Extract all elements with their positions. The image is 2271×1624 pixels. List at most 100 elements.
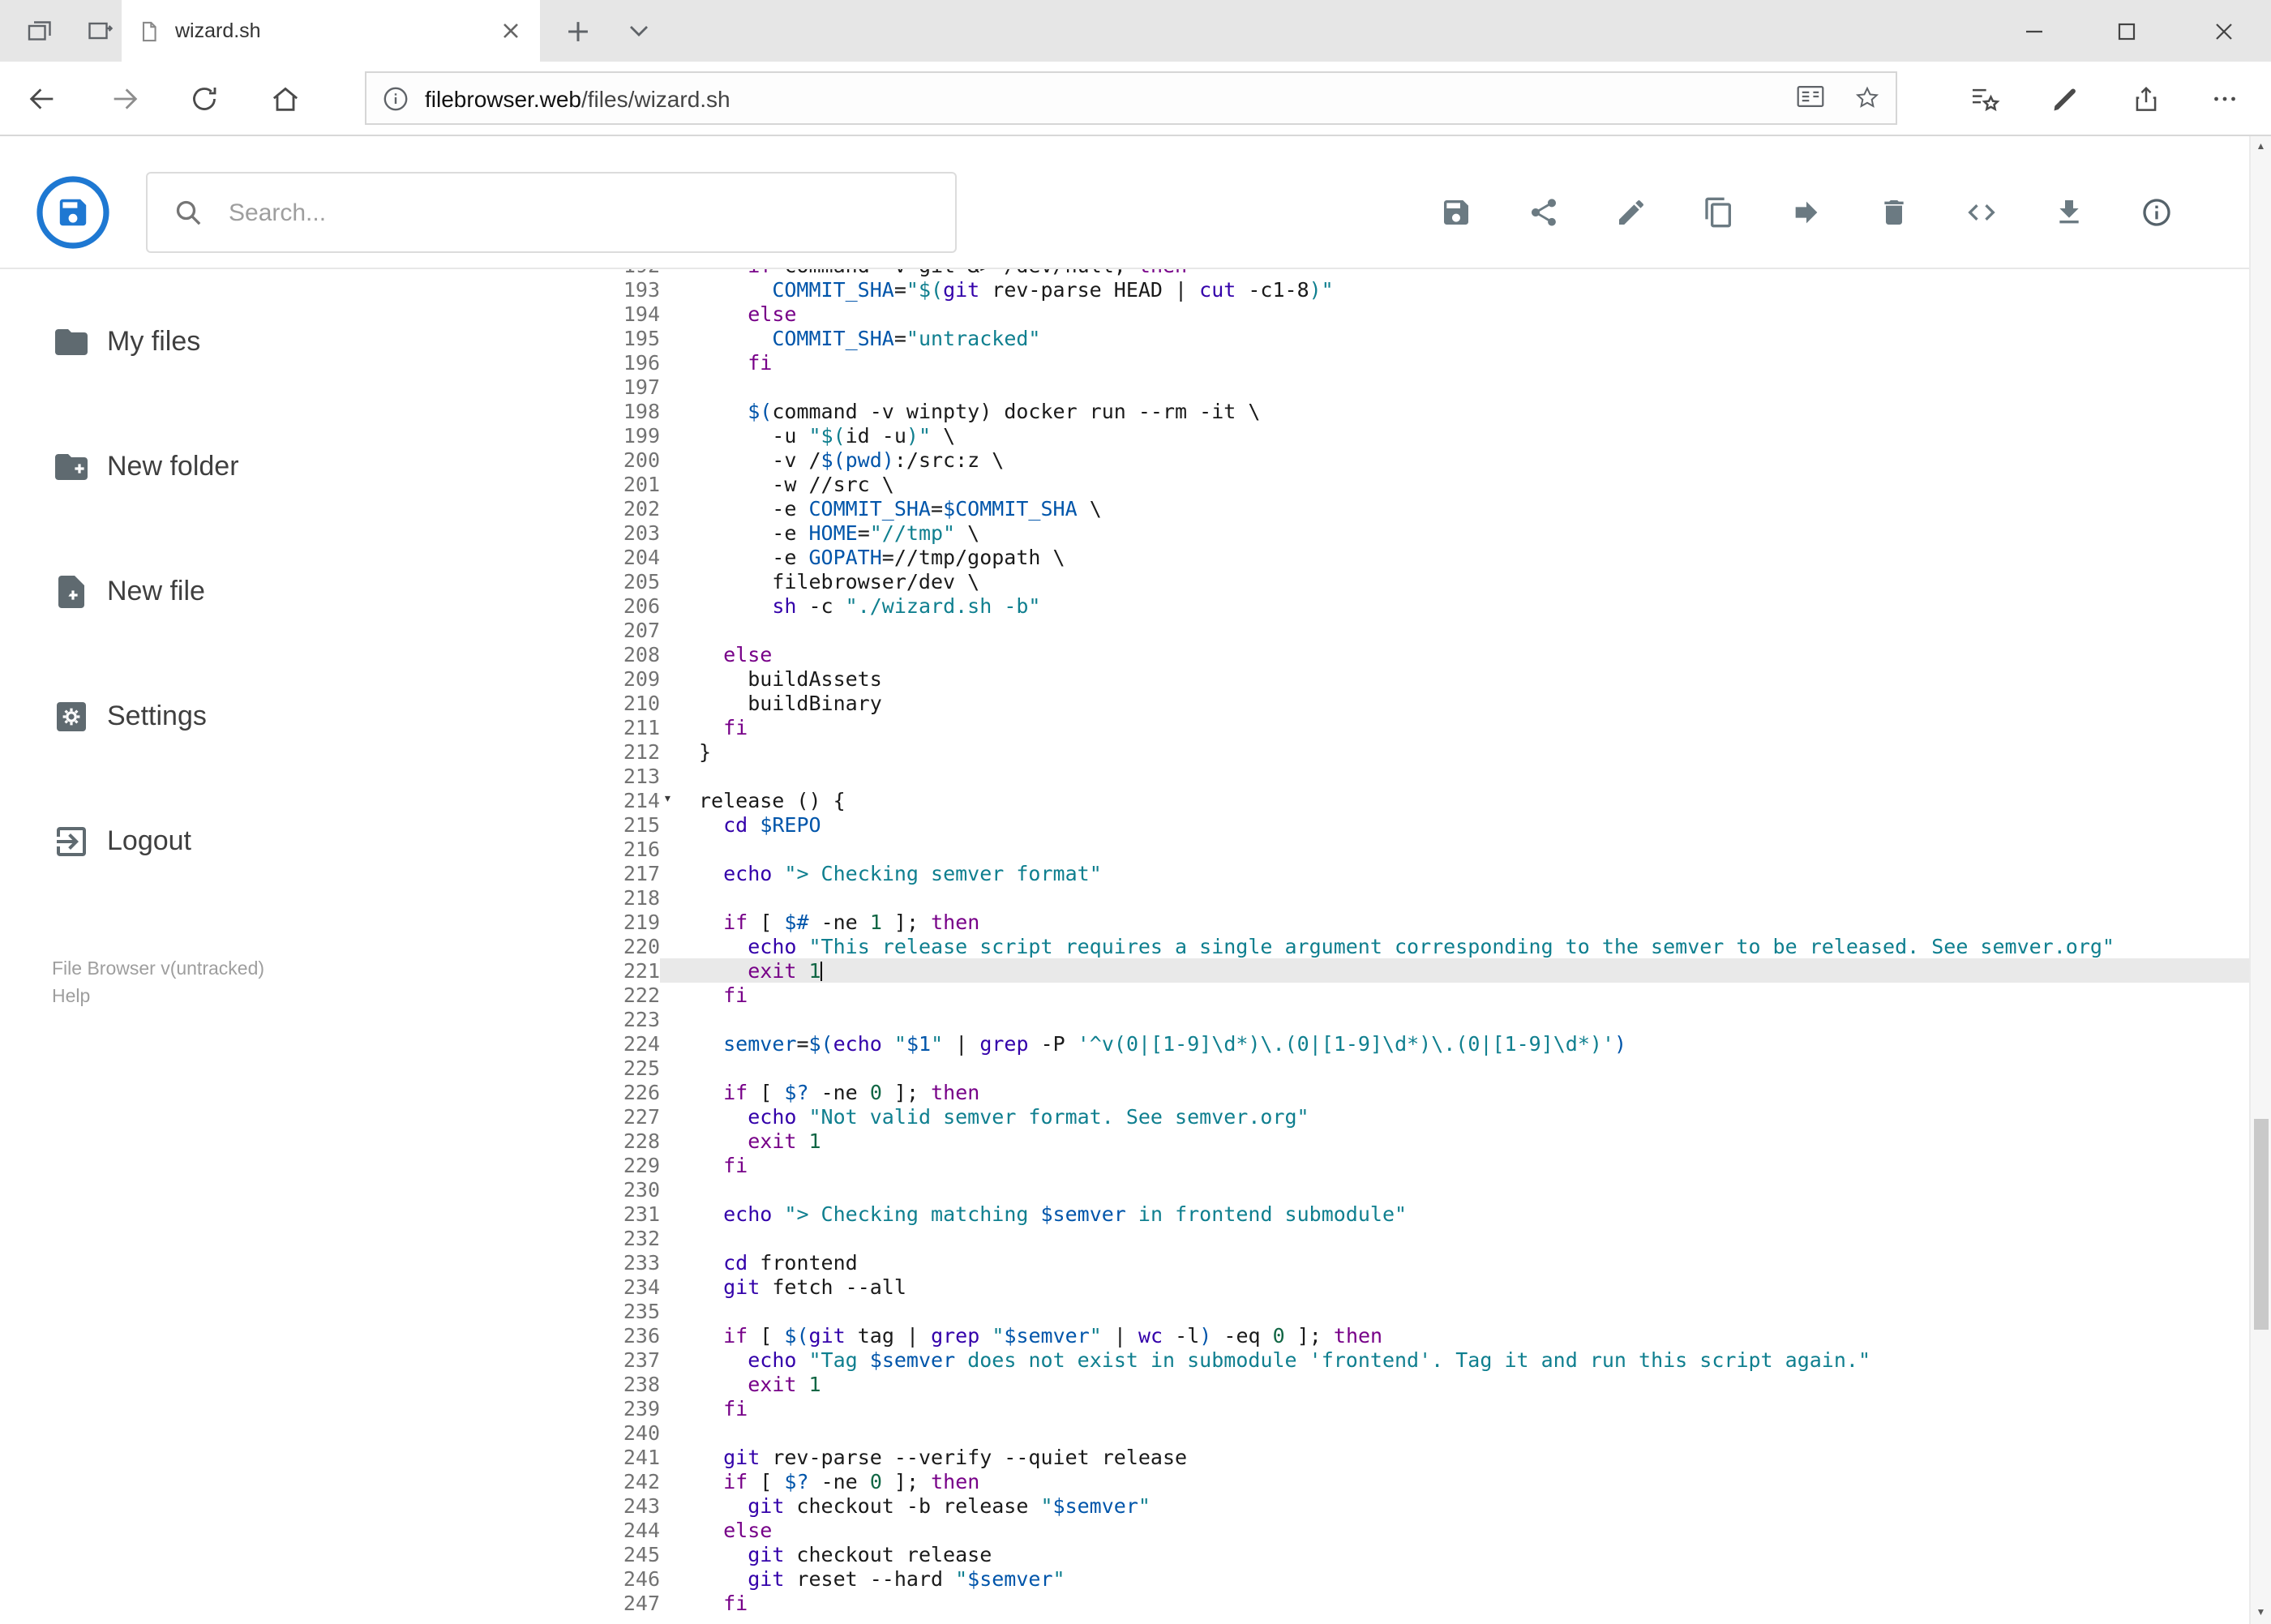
vertical-scrollbar[interactable]: ▲ ▼ — [2249, 136, 2271, 1624]
code-line[interactable]: 244 else — [521, 1518, 2249, 1542]
sidebar-item-logout[interactable]: Logout — [0, 778, 521, 903]
code-line[interactable]: 224 semver=$(echo "$1" | grep -P '^v(0|[… — [521, 1031, 2249, 1056]
tab-list-chevron-button[interactable] — [613, 0, 665, 62]
code-line[interactable]: 232 — [521, 1226, 2249, 1250]
code-line[interactable]: 207 — [521, 618, 2249, 642]
code-line[interactable]: 211 fi — [521, 715, 2249, 739]
code-line[interactable]: 229 fi — [521, 1153, 2249, 1177]
reading-view-icon[interactable] — [1797, 84, 1824, 112]
code-line[interactable]: 201 -w //src \ — [521, 472, 2249, 496]
code-line[interactable]: 216 — [521, 837, 2249, 861]
save-button[interactable] — [1412, 177, 1499, 248]
code-line[interactable]: 243 git checkout -b release "$semver" — [521, 1493, 2249, 1518]
address-bar[interactable]: filebrowser.web/files/wizard.sh — [365, 71, 1897, 125]
code-line[interactable]: 212} — [521, 739, 2249, 764]
code-line[interactable]: 196 fi — [521, 350, 2249, 375]
tab-close-icon[interactable] — [498, 18, 524, 44]
code-button[interactable] — [1937, 177, 2025, 248]
code-line[interactable]: 240 — [521, 1420, 2249, 1445]
sidebar-item-new-folder[interactable]: New folder — [0, 404, 521, 529]
delete-button[interactable] — [1849, 177, 1937, 248]
help-link[interactable]: Help — [52, 984, 521, 1012]
tab-preview-button[interactable] — [13, 0, 65, 62]
new-tab-button[interactable] — [551, 0, 603, 62]
sidebar-item-settings[interactable]: Settings — [0, 653, 521, 778]
code-line[interactable]: 217 echo "> Checking semver format" — [521, 861, 2249, 885]
code-line[interactable]: 225 — [521, 1056, 2249, 1080]
code-line[interactable]: 227 echo "Not valid semver format. See s… — [521, 1104, 2249, 1129]
code-line[interactable]: 208 else — [521, 642, 2249, 666]
code-line[interactable]: 215 cd $REPO — [521, 812, 2249, 837]
fold-arrow-icon[interactable]: ▾ — [663, 788, 672, 812]
code-line[interactable]: 222 fi — [521, 983, 2249, 1007]
close-window-button[interactable] — [2187, 0, 2260, 62]
hub-button[interactable] — [1959, 73, 2011, 125]
sidebar-item-new-file[interactable]: New file — [0, 529, 521, 653]
code-line[interactable]: 238 exit 1 — [521, 1372, 2249, 1396]
home-button[interactable] — [259, 73, 311, 125]
code-line[interactable]: 205 filebrowser/dev \ — [521, 569, 2249, 593]
code-line[interactable]: 242 if [ $? -ne 0 ]; then — [521, 1469, 2249, 1493]
code-line[interactable]: 203 -e HOME="//tmp" \ — [521, 521, 2249, 545]
code-line[interactable]: 199 -u "$(id -u)" \ — [521, 423, 2249, 448]
scrollbar-thumb[interactable] — [2254, 1119, 2268, 1330]
code-line[interactable]: 213 — [521, 764, 2249, 788]
code-line[interactable]: 218 — [521, 885, 2249, 910]
code-line[interactable]: 214 ▾ release () { — [521, 788, 2249, 812]
minimize-button[interactable] — [1998, 0, 2071, 62]
code-line[interactable]: 236 if [ $(git tag | grep "$semver" | wc… — [521, 1323, 2249, 1348]
forward-button[interactable] — [99, 73, 151, 125]
code-line[interactable]: 219 if [ $# -ne 1 ]; then — [521, 910, 2249, 934]
code-line[interactable]: 206 sh -c "./wizard.sh -b" — [521, 593, 2249, 618]
code-line[interactable]: 233 cd frontend — [521, 1250, 2249, 1275]
code-line[interactable]: 247 fi — [521, 1591, 2249, 1615]
maximize-button[interactable] — [2090, 0, 2163, 62]
code-line[interactable]: 202 -e COMMIT_SHA=$COMMIT_SHA \ — [521, 496, 2249, 521]
code-line[interactable]: 230 — [521, 1177, 2249, 1202]
refresh-button[interactable] — [178, 73, 230, 125]
code-line[interactable]: 241 git rev-parse --verify --quiet relea… — [521, 1445, 2249, 1469]
code-line[interactable]: 197 — [521, 375, 2249, 399]
scroll-down-arrow[interactable]: ▼ — [2251, 1601, 2271, 1624]
site-info-icon[interactable] — [383, 85, 409, 111]
code-line[interactable]: 194 else — [521, 302, 2249, 326]
scroll-up-arrow[interactable]: ▲ — [2251, 136, 2271, 159]
code-line[interactable]: 245 git checkout release — [521, 1542, 2249, 1566]
code-line[interactable]: 234 git fetch --all — [521, 1275, 2249, 1299]
code-line[interactable]: 193 COMMIT_SHA="$(git rev-parse HEAD | c… — [521, 277, 2249, 302]
download-button[interactable] — [2025, 177, 2112, 248]
sidebar-item-my-files[interactable]: My files — [0, 279, 521, 404]
favorite-star-icon[interactable] — [1853, 84, 1881, 112]
code-line[interactable]: 235 — [521, 1299, 2249, 1323]
code-line[interactable]: 221 exit 1 — [521, 958, 2249, 983]
info-button[interactable] — [2112, 177, 2200, 248]
set-tabs-aside-button[interactable] — [75, 0, 126, 62]
code-line[interactable]: 198 $(command -v winpty) docker run --rm… — [521, 399, 2249, 423]
search-input[interactable] — [229, 199, 955, 226]
code-line[interactable]: 231 echo "> Checking matching $semver in… — [521, 1202, 2249, 1226]
code-line[interactable]: 239 fi — [521, 1396, 2249, 1420]
code-line[interactable]: 223 — [521, 1007, 2249, 1031]
copy-button[interactable] — [1674, 177, 1762, 248]
code-line[interactable]: 195 COMMIT_SHA="untracked" — [521, 326, 2249, 350]
code-line[interactable]: 209 buildAssets — [521, 666, 2249, 691]
code-line[interactable]: 228 exit 1 — [521, 1129, 2249, 1153]
browser-tab[interactable]: wizard.sh — [122, 0, 540, 62]
back-button[interactable] — [16, 73, 68, 125]
code-line[interactable]: 204 -e GOPATH=//tmp/gopath \ — [521, 545, 2249, 569]
code-line[interactable]: 192 if command -v git &> /dev/null; then — [521, 269, 2249, 277]
code-line[interactable]: 246 git reset --hard "$semver" — [521, 1566, 2249, 1591]
filebrowser-logo[interactable] — [36, 175, 110, 250]
share-button[interactable] — [1499, 177, 1587, 248]
web-note-button[interactable] — [2038, 73, 2090, 125]
code-line[interactable]: 226 if [ $? -ne 0 ]; then — [521, 1080, 2249, 1104]
share-page-button[interactable] — [2119, 73, 2171, 125]
code-line[interactable]: 237 echo "Tag $semver does not exist in … — [521, 1348, 2249, 1372]
code-line[interactable]: 210 buildBinary — [521, 691, 2249, 715]
code-line[interactable]: 200 -v /$(pwd):/src:z \ — [521, 448, 2249, 472]
edit-button[interactable] — [1587, 177, 1674, 248]
code-line[interactable]: 220 echo "This release script requires a… — [521, 934, 2249, 958]
code-editor[interactable]: 192 if command -v git &> /dev/null; then… — [521, 269, 2249, 1624]
move-button[interactable] — [1762, 177, 1849, 248]
more-button[interactable] — [2199, 73, 2251, 125]
